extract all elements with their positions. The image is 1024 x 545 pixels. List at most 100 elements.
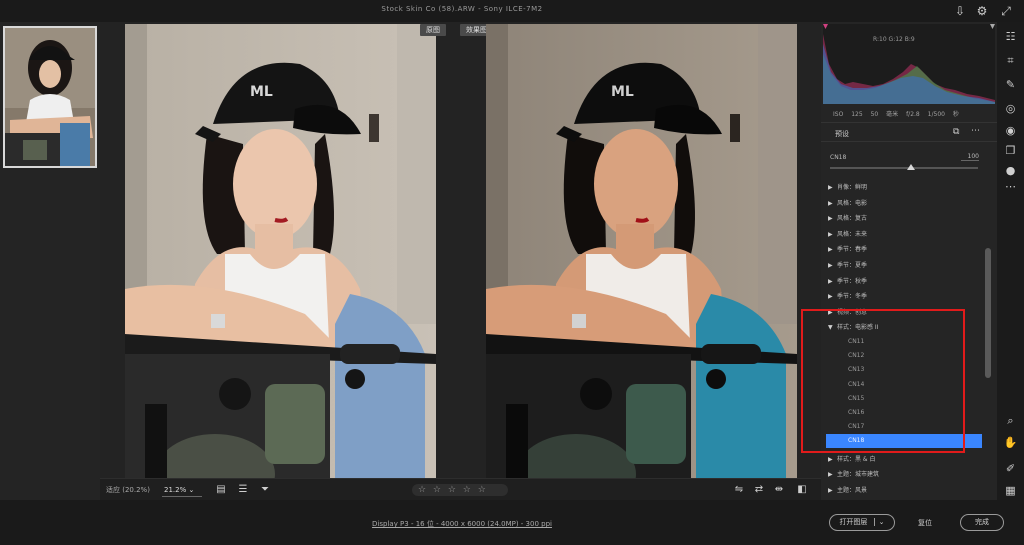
exif-shutter: 1/500 秒 bbox=[927, 111, 959, 118]
hand-icon[interactable]: ✋ bbox=[1002, 434, 1019, 451]
preset-amount-knob[interactable] bbox=[907, 164, 916, 170]
title-bar: Stock Skin Co (58).ARW - Sony ILCE-7M2 ⇩… bbox=[0, 0, 1024, 22]
preset-amount-slider[interactable] bbox=[830, 167, 978, 169]
filmstrip-toggle-icon[interactable]: ▤ bbox=[214, 483, 228, 497]
filter-icon[interactable]: ⏷ bbox=[258, 483, 272, 497]
open-button-label: 打开图层 bbox=[839, 518, 868, 526]
grid-icon[interactable]: ▦ bbox=[1002, 482, 1019, 499]
gear-icon[interactable]: ⚙ bbox=[974, 3, 990, 19]
open-button[interactable]: 打开图层 ⌄ bbox=[829, 514, 895, 531]
heal-icon[interactable]: ✎ bbox=[1002, 76, 1019, 93]
preset-item[interactable]: CN17 bbox=[826, 420, 982, 434]
after-photo[interactable]: ML bbox=[486, 24, 797, 478]
triangle-right-icon: ▶ bbox=[828, 262, 833, 269]
sort-icon[interactable]: ☰ bbox=[236, 483, 250, 497]
triangle-right-icon: ▶ bbox=[828, 308, 833, 316]
preset-group[interactable]: ▶ 肖像：鲜明 bbox=[828, 180, 867, 195]
filmstrip bbox=[0, 22, 100, 500]
scroll-thumb[interactable] bbox=[985, 248, 991, 378]
chevron-down-icon[interactable]: ⌄ bbox=[873, 518, 885, 526]
eyedropper-icon[interactable]: ✐ bbox=[1002, 460, 1019, 477]
triangle-right-icon: ▶ bbox=[828, 215, 833, 223]
right-panel: R:10 G:12 B:9 ISO 125 50 毫米 f/2.8 1/500 … bbox=[821, 22, 997, 500]
mask-icon[interactable]: ◎ bbox=[1002, 100, 1019, 117]
preset-group[interactable]: ▶ 季节：秋季 bbox=[828, 274, 867, 289]
done-button[interactable]: 完成 bbox=[960, 514, 1004, 531]
histogram-readout: R:10 G:12 B:9 bbox=[873, 36, 915, 43]
before-label: 原图 bbox=[420, 24, 446, 36]
preset-item[interactable]: CN12 bbox=[826, 349, 982, 363]
preset-scrollbar[interactable] bbox=[985, 180, 991, 500]
expand-icon[interactable]: ⤢ bbox=[998, 3, 1014, 19]
preset-group[interactable]: ▶ 风格：复古 bbox=[828, 211, 867, 226]
rating-stars[interactable]: ☆ ☆ ☆ ☆ ☆ bbox=[412, 484, 508, 496]
preset-group-label: 主题：风景 bbox=[837, 486, 868, 494]
triangle-right-icon: ▶ bbox=[828, 486, 833, 494]
exif-aperture: f/2.8 bbox=[906, 111, 920, 118]
preset-group-label: 样式：电影感 II bbox=[837, 324, 879, 332]
preset-amount-value[interactable]: 100 bbox=[961, 153, 979, 161]
layers-icon[interactable]: ❐ bbox=[1002, 142, 1019, 159]
compare-view-icon[interactable]: ◧ bbox=[795, 483, 809, 497]
preset-group[interactable]: ▶ 视频：创意 bbox=[828, 305, 867, 320]
after-image: ML bbox=[486, 24, 797, 478]
preset-group-label: 季节：夏季 bbox=[837, 262, 868, 269]
preset-item[interactable]: CN18 bbox=[826, 434, 982, 449]
toggle-settings-icon[interactable]: ⇹ bbox=[772, 483, 786, 497]
preset-group-label: 视频：创意 bbox=[837, 308, 868, 316]
preset-group[interactable]: ▶ 主题：城市建筑 bbox=[828, 467, 879, 482]
svg-text:ML: ML bbox=[250, 84, 273, 100]
more-icon[interactable]: ⋯ bbox=[1002, 178, 1019, 195]
chevron-down-icon: ⌄ bbox=[188, 486, 195, 494]
zoom-icon[interactable]: ⌕ bbox=[1002, 412, 1019, 429]
preset-group-label: 季节：秋季 bbox=[837, 277, 868, 285]
preset-group[interactable]: ▶ 季节：春季 bbox=[828, 242, 867, 257]
footer-bar: Display P3 - 16 位 - 4000 x 6000 (24.0MP)… bbox=[0, 500, 1024, 545]
preset-item[interactable]: CN15 bbox=[826, 392, 982, 406]
preset-group[interactable]: ▶ 样式：黑 & 白 bbox=[828, 452, 876, 467]
presets-icon[interactable]: ● bbox=[1002, 162, 1019, 179]
preset-group[interactable]: ▶ 风格：电影 bbox=[828, 196, 867, 211]
preset-group-label: 季节：冬季 bbox=[837, 293, 868, 301]
triangle-right-icon: ▶ bbox=[828, 293, 833, 301]
triangle-down-icon: ▼ bbox=[828, 324, 833, 332]
exif-focal: 50 毫米 bbox=[870, 111, 899, 118]
camera-raw-window: Stock Skin Co (58).ARW - Sony ILCE-7M2 ⇩… bbox=[0, 0, 1024, 545]
preset-group[interactable]: ▶ 季节：冬季 bbox=[828, 289, 867, 304]
preset-item[interactable]: CN11 bbox=[826, 335, 982, 349]
preset-group-label: 风格：电影 bbox=[837, 199, 868, 207]
tool-strip: ☷ ⌗ ✎ ◎ ◉ ❐ ● ⋯ ⌕ ✋ ✐ ▦ bbox=[997, 22, 1024, 500]
preset-item[interactable]: CN13 bbox=[826, 363, 982, 377]
before-image: ML bbox=[125, 24, 436, 478]
triangle-right-icon: ▶ bbox=[828, 184, 833, 191]
preset-item[interactable]: CN16 bbox=[826, 406, 982, 420]
before-photo[interactable]: ML bbox=[125, 24, 436, 478]
preset-group[interactable]: ▶ 季节：夏季 bbox=[828, 258, 867, 273]
image-viewer[interactable]: ML 原图 效果图 ML bbox=[100, 22, 821, 478]
zoom-select[interactable]: 21.2% ⌄ bbox=[162, 483, 202, 497]
thumbnail-image bbox=[5, 28, 95, 166]
triangle-right-icon: ▶ bbox=[828, 277, 833, 285]
more-options-icon[interactable]: ⋯ bbox=[971, 126, 980, 136]
preset-group-label: 风格：复古 bbox=[837, 215, 868, 223]
preset-item[interactable]: CN14 bbox=[826, 378, 982, 392]
exif-iso: ISO 125 bbox=[833, 111, 863, 118]
copy-settings-icon[interactable]: ⇄ bbox=[752, 483, 766, 497]
viewer-toolbar: 适应 (20.2%) 21.2% ⌄ ▤ ☰ ⏷ ☆ ☆ ☆ ☆ ☆ ⇋ ⇄ ⇹… bbox=[100, 478, 821, 500]
sliders-icon[interactable]: ☷ bbox=[1002, 28, 1019, 45]
before-after-swap-icon[interactable]: ⇋ bbox=[732, 483, 746, 497]
file-info-link[interactable]: Display P3 - 16 位 - 4000 x 6000 (24.0MP)… bbox=[0, 519, 924, 529]
filmstrip-thumbnail[interactable] bbox=[3, 26, 97, 168]
export-icon[interactable]: ⇩ bbox=[952, 3, 968, 19]
preset-group[interactable]: ▼ 样式：电影感 II bbox=[828, 320, 878, 335]
redeye-icon[interactable]: ◉ bbox=[1002, 122, 1019, 139]
triangle-right-icon: ▶ bbox=[828, 246, 833, 254]
preset-group[interactable]: ▶ 风格：未来 bbox=[828, 227, 867, 242]
preset-group-label: 样式：黑 & 白 bbox=[837, 455, 876, 463]
triangle-right-icon: ▶ bbox=[828, 471, 833, 479]
new-preset-icon[interactable]: ⧉ bbox=[953, 127, 959, 137]
preset-group[interactable]: ▶ 主题：风景 bbox=[828, 483, 867, 498]
crop-icon[interactable]: ⌗ bbox=[1002, 52, 1019, 69]
reset-button[interactable]: 复位 bbox=[918, 518, 932, 528]
fit-zoom-label[interactable]: 适应 (20.2%) bbox=[106, 485, 150, 495]
